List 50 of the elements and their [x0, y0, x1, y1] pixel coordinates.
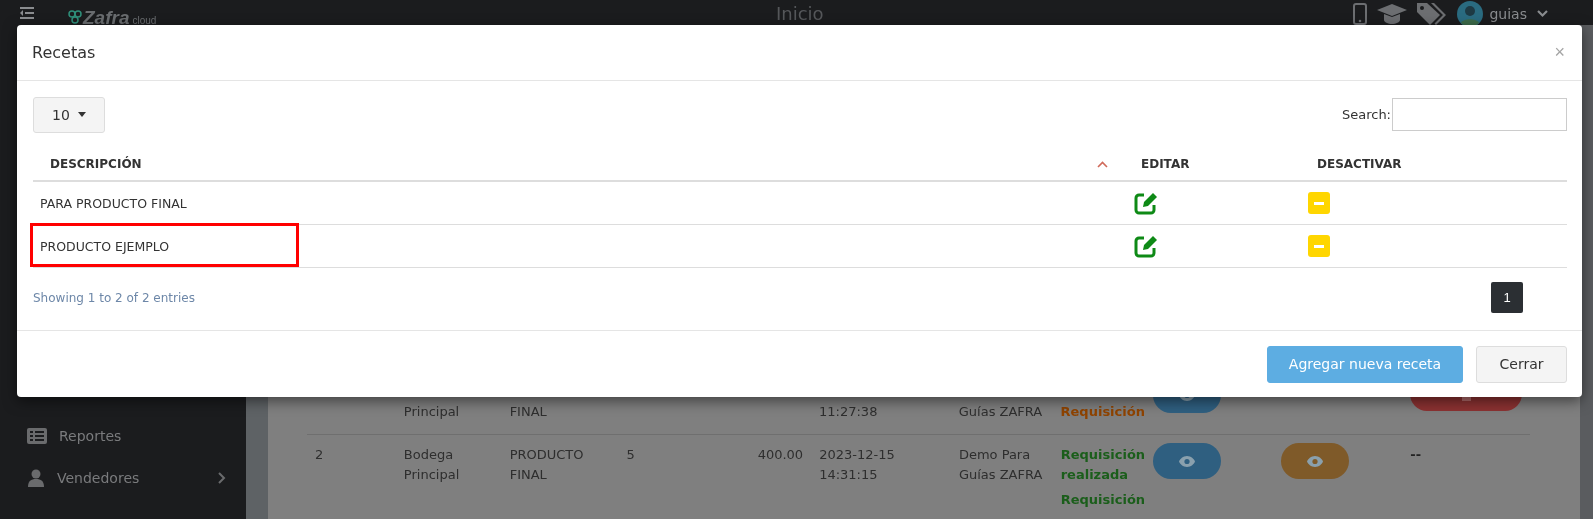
sidebar-item[interactable]: Reportes	[0, 415, 246, 457]
modal-title: Recetas	[32, 43, 96, 62]
user-name[interactable]: guias	[1489, 6, 1527, 22]
minus-icon	[1314, 244, 1324, 248]
column-header[interactable]: DESACTIVAR	[1317, 157, 1402, 171]
status-label: Requisición realizada	[1060, 446, 1146, 484]
view-button[interactable]	[1281, 443, 1350, 479]
table-cell-text: PRODUCTO FINAL	[509, 446, 585, 484]
status-label: Requisición	[1060, 403, 1145, 421]
logo-name: Zafra	[83, 6, 130, 29]
graduation-cap-icon[interactable]	[1377, 4, 1408, 24]
caret-icon	[77, 112, 86, 117]
list-icon	[27, 428, 47, 444]
minus-icon	[1314, 201, 1324, 205]
table-cell-text: FINAL	[509, 403, 547, 421]
search-label: Search:	[1341, 107, 1391, 122]
table-cell-text: --	[1410, 446, 1422, 464]
entries-info: Showing 1 to 2 of 2 entries	[33, 290, 195, 305]
table-cell: PARA PRODUCTO FINAL	[40, 195, 187, 211]
chevron-down-icon[interactable]	[1537, 10, 1548, 18]
page-button[interactable]: 1	[1491, 282, 1523, 313]
sidebar-item[interactable]: Vendedores	[0, 457, 246, 499]
column-header[interactable]: DESCRIPCIÓN	[50, 157, 142, 171]
page-title: Inicio	[776, 3, 824, 24]
sort-caret-icon[interactable]	[1097, 160, 1108, 168]
table-cell: PRODUCTO EJEMPLO	[40, 238, 170, 254]
avatar-icon[interactable]	[1457, 1, 1484, 27]
table-cell-text: Demo Para Guías ZAFRA	[958, 446, 1044, 484]
table-cell-text: Principal	[403, 403, 460, 421]
view-button[interactable]	[1152, 443, 1221, 479]
search-field[interactable]	[1392, 98, 1567, 131]
status-label: Requisición	[1060, 491, 1146, 509]
table-cell-text: 2023-12-15 14:31:15	[819, 446, 896, 484]
user-icon	[27, 469, 45, 487]
logo-icon	[68, 9, 82, 24]
table-cell-text: 400.00	[757, 446, 804, 464]
table-cell-text: 11:27:38	[819, 403, 878, 421]
close-dialog-button[interactable]: Cerrar	[1476, 345, 1567, 383]
menu-icon[interactable]	[20, 6, 34, 19]
table-cell-text: Bodega Principal	[403, 446, 461, 484]
logo-suffix: cloud	[132, 14, 157, 26]
table-cell-text: 2	[315, 446, 324, 464]
edit-icon[interactable]	[1134, 191, 1158, 215]
column-header[interactable]: EDITAR	[1141, 157, 1190, 171]
table-cell-text: 5	[626, 446, 635, 464]
edit-icon[interactable]	[1134, 234, 1158, 258]
page-length-select[interactable]: 10	[33, 96, 105, 133]
tags-icon[interactable]	[1417, 2, 1448, 26]
table-cell-text: Guías ZAFRA	[958, 403, 1043, 421]
phone-icon[interactable]	[1353, 3, 1368, 25]
